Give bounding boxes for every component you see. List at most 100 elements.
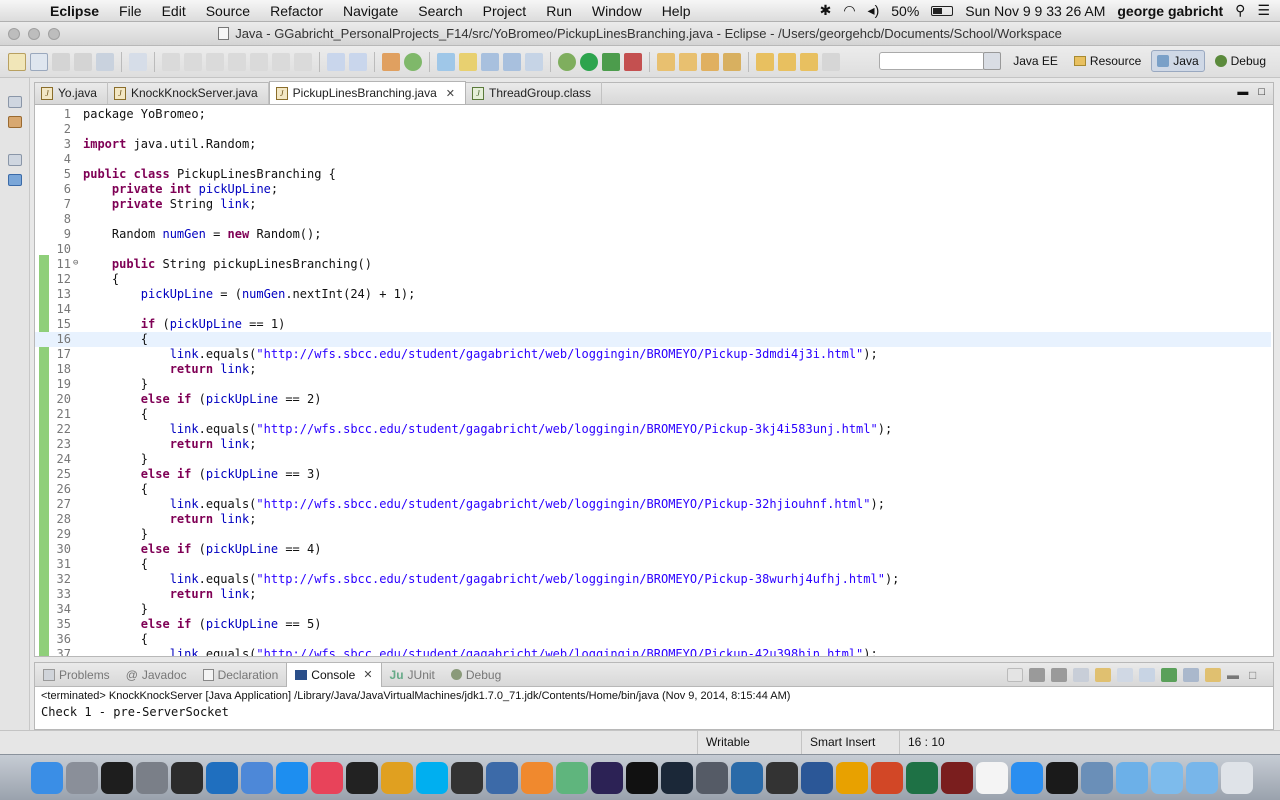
code-line[interactable]: 26 { <box>35 482 1271 497</box>
code-line[interactable]: 13 pickUpLine = (numGen.nextInt(24) + 1)… <box>35 287 1271 302</box>
powerpoint-icon[interactable] <box>871 761 903 794</box>
previous-annotation-icon[interactable] <box>778 52 796 71</box>
code-line[interactable]: 28 return link; <box>35 512 1271 527</box>
suspend-icon[interactable] <box>184 52 202 71</box>
menu-source[interactable]: Source <box>196 3 260 19</box>
run-icon[interactable] <box>580 52 598 71</box>
display-console-icon[interactable] <box>1183 667 1199 682</box>
code-line[interactable]: 20 else if (pickUpLine == 2) <box>35 392 1271 407</box>
restore-icon[interactable] <box>8 154 22 166</box>
excel-icon[interactable] <box>906 761 938 794</box>
open-task-icon[interactable] <box>503 52 521 71</box>
code-line[interactable]: 14 <box>35 302 1271 317</box>
tab-pickuplinesbranching-java[interactable]: J PickupLinesBranching.java ✕ <box>268 81 466 104</box>
clock[interactable]: Sun Nov 9 9 33 26 AM <box>965 3 1105 19</box>
code-line[interactable]: 34 } <box>35 602 1271 617</box>
code-line[interactable]: 4 <box>35 152 1271 167</box>
coverage-icon[interactable] <box>602 52 620 71</box>
user-name[interactable]: george gabricht <box>1117 3 1223 19</box>
textedit-icon[interactable] <box>976 761 1008 794</box>
zoom-window-button[interactable] <box>48 28 60 40</box>
xcode-instruments-icon[interactable] <box>206 761 238 794</box>
perspective-debug[interactable]: Debug <box>1209 50 1272 72</box>
app-store-icon[interactable] <box>276 761 308 794</box>
step-over-icon[interactable] <box>272 52 290 71</box>
terminate-icon[interactable] <box>206 52 224 71</box>
system-preferences-icon[interactable] <box>136 761 168 794</box>
drop-to-frame-icon[interactable] <box>327 52 345 71</box>
new-java-class-icon[interactable] <box>437 52 455 71</box>
code-line[interactable]: 3 import java.util.Random; <box>35 137 1271 152</box>
close-tab-icon[interactable]: ✕ <box>446 87 455 100</box>
steam-icon[interactable] <box>661 761 693 794</box>
safari-icon[interactable] <box>1011 761 1043 794</box>
code-line[interactable]: 11 public String pickupLinesBranching() <box>35 257 1271 272</box>
refresh-icon[interactable] <box>404 52 422 71</box>
back-icon[interactable] <box>800 52 818 71</box>
network-utility-icon[interactable] <box>241 761 273 794</box>
package-explorer-icon[interactable] <box>8 116 22 128</box>
step-return-icon[interactable] <box>294 52 312 71</box>
unreal-icon[interactable] <box>626 761 658 794</box>
code-area[interactable]: 1 package YoBromeo; 2 3 import java.util.Ran… <box>35 105 1273 656</box>
bluetooth-icon[interactable]: ✱ <box>820 2 832 19</box>
code-line[interactable]: 29 } <box>35 527 1271 542</box>
code-line[interactable]: 33 return link; <box>35 587 1271 602</box>
atom-icon[interactable] <box>556 761 588 794</box>
scroll-lock-icon[interactable] <box>1095 667 1111 682</box>
menu-window[interactable]: Window <box>582 3 652 19</box>
volume-icon[interactable]: ◂) <box>868 2 880 19</box>
close-tab-icon[interactable]: ✕ <box>363 668 372 681</box>
step-into-icon[interactable] <box>250 52 268 71</box>
terminal-icon[interactable] <box>1046 761 1078 794</box>
notification-center-icon[interactable]: ☰ <box>1257 2 1270 19</box>
word-icon[interactable] <box>801 761 833 794</box>
quick-access-input[interactable] <box>879 52 985 70</box>
save-all-icon[interactable] <box>74 52 92 71</box>
calculator-grid-icon[interactable] <box>451 761 483 794</box>
wifi-icon[interactable]: ◠ <box>843 2 855 19</box>
console-output[interactable]: Check 1 - pre-ServerSocket <box>35 705 1273 719</box>
tab-declaration[interactable]: Declaration <box>195 663 287 687</box>
outline-icon[interactable] <box>8 174 22 186</box>
open-type-icon[interactable] <box>481 52 499 71</box>
menu-help[interactable]: Help <box>652 3 701 19</box>
next-annotation-icon[interactable] <box>756 52 774 71</box>
menu-edit[interactable]: Edit <box>152 3 196 19</box>
typography-icon[interactable] <box>346 761 378 794</box>
code-line[interactable]: 25 else if (pickUpLine == 3) <box>35 467 1271 482</box>
activity-monitor-icon[interactable] <box>101 761 133 794</box>
sublime-text-icon[interactable] <box>521 761 553 794</box>
use-step-filters-icon[interactable] <box>349 52 367 71</box>
mission-control-icon[interactable] <box>171 761 203 794</box>
external-tools-icon[interactable] <box>624 52 642 71</box>
skype-icon[interactable] <box>416 761 448 794</box>
code-line[interactable]: 6 private int pickUpLine; <box>35 182 1271 197</box>
documents-folder-icon[interactable] <box>1151 761 1183 794</box>
code-line[interactable]: 1 package YoBromeo; <box>35 107 1271 122</box>
tab-problems[interactable]: Problems <box>35 663 118 687</box>
code-line[interactable]: 30 else if (pickUpLine == 4) <box>35 542 1271 557</box>
code-line[interactable]: 24 } <box>35 452 1271 467</box>
tab-debug[interactable]: Debug <box>443 663 509 687</box>
tab-junit[interactable]: Ju JUnit <box>382 663 443 687</box>
tab-knockknockserver-java[interactable]: J KnockKnockServer.java <box>108 82 269 104</box>
tab-threadgroup-class[interactable]: J ThreadGroup.class <box>466 82 603 104</box>
preview-icon[interactable] <box>1081 761 1113 794</box>
clear-console-icon[interactable] <box>1073 667 1089 682</box>
spotlight-search-icon[interactable]: ⚲ <box>1235 2 1245 19</box>
launchpad-icon[interactable] <box>66 761 98 794</box>
pin-console-icon[interactable] <box>1161 667 1177 682</box>
battery-percent[interactable]: 50% <box>891 3 919 19</box>
menu-refactor[interactable]: Refactor <box>260 3 333 19</box>
tab-console[interactable]: Console ✕ <box>286 662 382 687</box>
forward-icon[interactable] <box>822 52 840 71</box>
tab-yo-java[interactable]: J Yo.java <box>35 82 108 104</box>
disconnect-icon[interactable] <box>228 52 246 71</box>
skip-breakpoints-icon[interactable] <box>129 52 147 71</box>
outlook-icon[interactable] <box>836 761 868 794</box>
code-line[interactable]: 37 link.equals("http://wfs.sbcc.edu/stud… <box>35 647 1271 656</box>
downloads-folder-icon[interactable] <box>1186 761 1218 794</box>
minimize-icon[interactable]: ▬ <box>1227 668 1243 682</box>
code-line[interactable]: 23 return link; <box>35 437 1271 452</box>
